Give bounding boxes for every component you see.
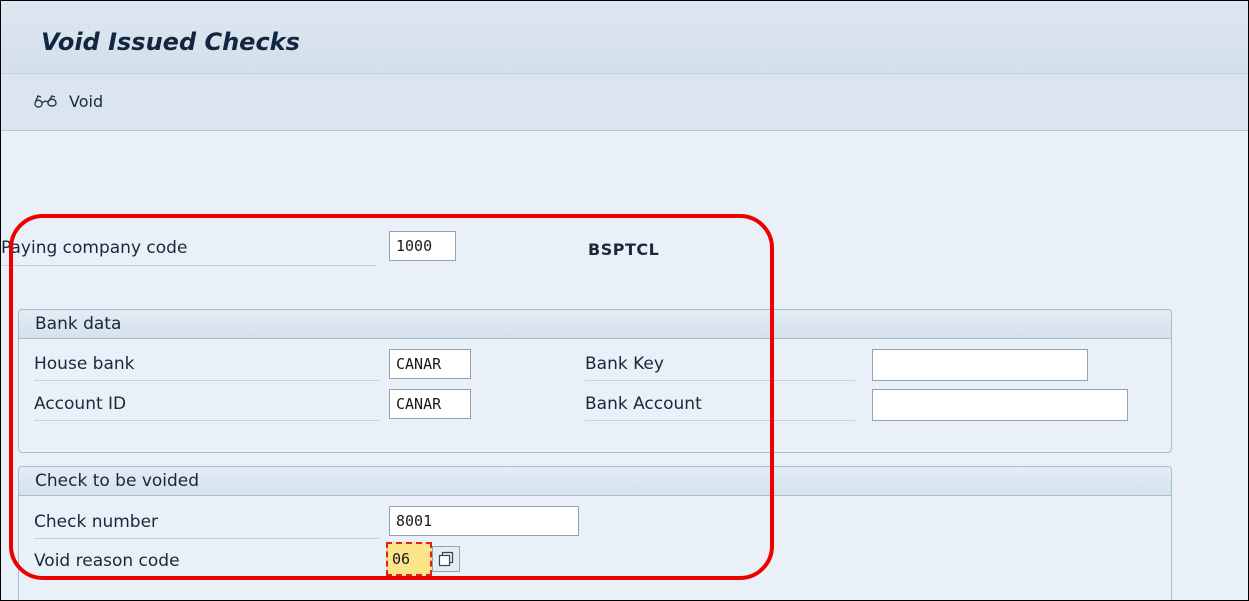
sap-window: Void Issued Checks Void Paying company c…: [0, 0, 1249, 601]
bank-data-group: Bank data: [18, 309, 1172, 453]
bank-data-group-header: Bank data: [19, 310, 1171, 339]
bank-account-label: Bank Account: [585, 394, 855, 421]
house-bank-label: House bank: [34, 354, 379, 381]
void-reason-code-label: Void reason code: [34, 551, 379, 578]
paying-company-code-field[interactable]: 1000: [389, 231, 456, 261]
title-bar: Void Issued Checks: [1, 1, 1248, 74]
glasses-icon: [33, 94, 59, 110]
application-toolbar: Void: [1, 74, 1248, 131]
house-bank-field[interactable]: CANAR: [389, 349, 471, 379]
check-group-header: Check to be voided: [19, 467, 1171, 496]
value-help-button[interactable]: [432, 546, 460, 572]
page-title: Void Issued Checks: [41, 28, 300, 56]
check-number-label: Check number: [34, 512, 379, 539]
check-number-field[interactable]: 8001: [389, 506, 579, 536]
bank-key-label: Bank Key: [585, 354, 855, 381]
value-help-icon: [438, 551, 454, 567]
void-reason-code-field[interactable]: 06: [386, 542, 432, 576]
bank-account-field[interactable]: [872, 389, 1128, 421]
bank-key-field[interactable]: [872, 349, 1088, 381]
account-id-field[interactable]: CANAR: [389, 389, 471, 419]
void-button[interactable]: Void: [33, 92, 103, 111]
account-id-label: Account ID: [34, 394, 379, 421]
void-button-label: Void: [69, 92, 104, 111]
paying-company-code-label: Paying company code: [1, 238, 376, 266]
check-group-title: Check to be voided: [35, 471, 200, 491]
company-name-text: BSPTCL: [588, 240, 660, 259]
bank-data-title: Bank data: [35, 314, 122, 334]
